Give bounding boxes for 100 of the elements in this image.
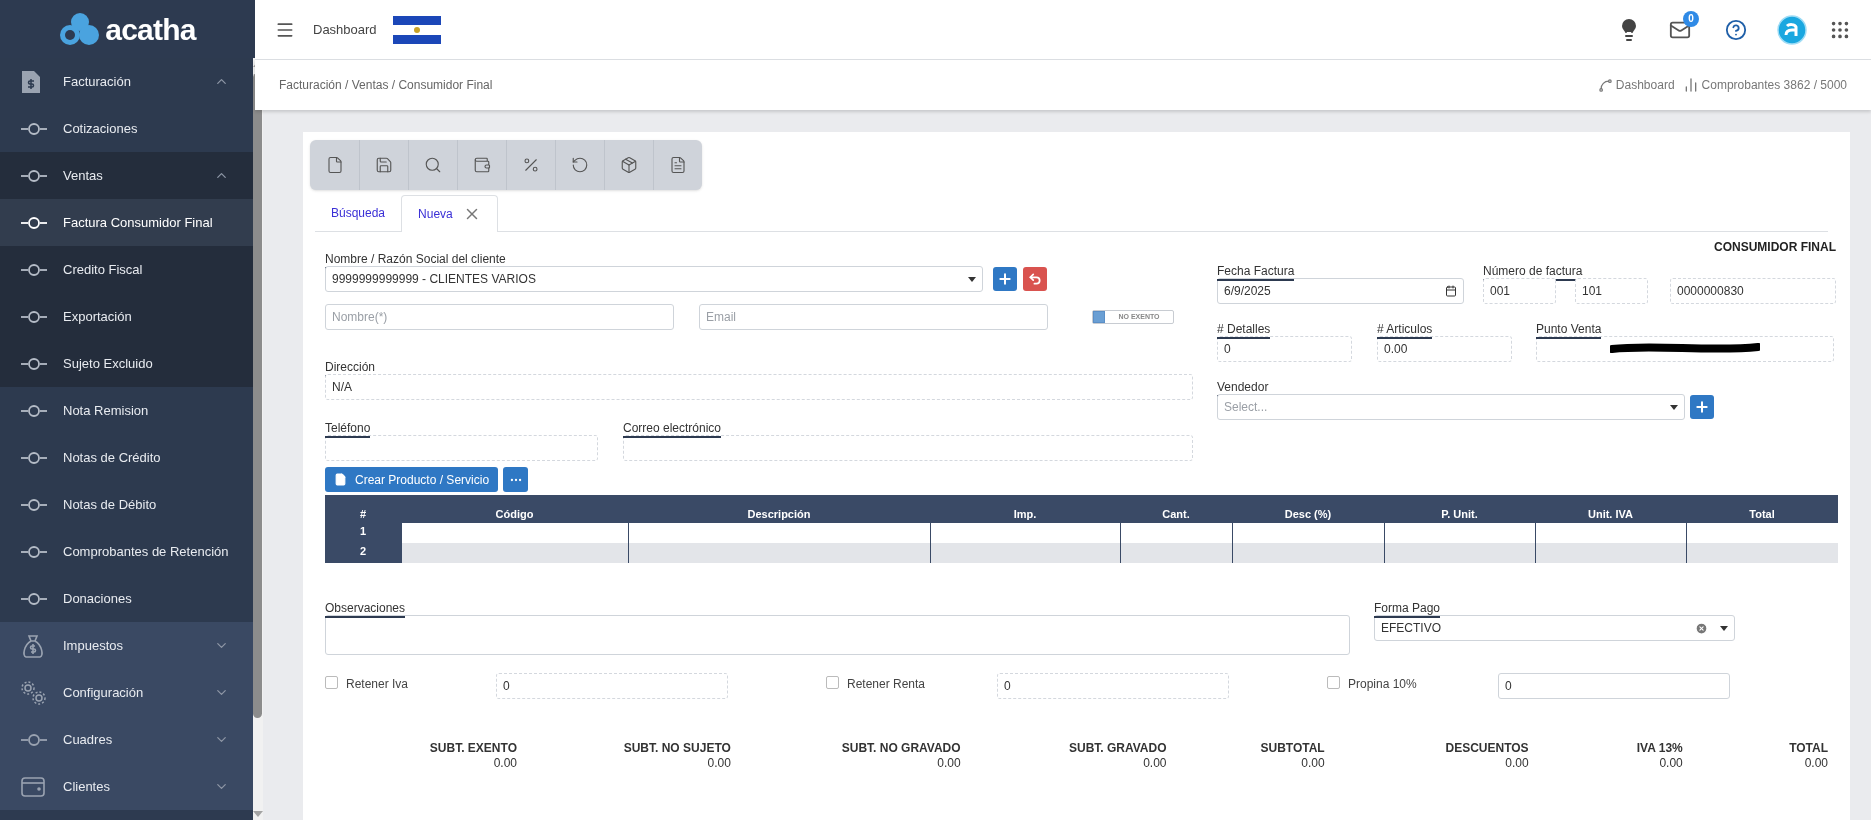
avatar[interactable] [1777, 14, 1807, 45]
column-header: Imp. [1012, 506, 1038, 522]
plus-icon [1694, 399, 1710, 415]
checkbox[interactable] [1327, 676, 1340, 689]
input-field[interactable]: 0 [997, 673, 1229, 699]
total-label: SUBT. NO SUJETO [623, 741, 731, 756]
input-field[interactable]: 101 [1575, 278, 1648, 304]
column-header: P. Unit. [1440, 506, 1479, 522]
undo-icon [571, 156, 589, 174]
table-cell[interactable] [401, 543, 628, 563]
clear-icon[interactable] [1695, 621, 1708, 635]
client-select[interactable]: 9999999999999 - CLIENTES VARIOS [325, 266, 983, 292]
notification-badge: 0 [1683, 10, 1699, 27]
input-field[interactable]: 001 [1483, 278, 1556, 304]
checkbox[interactable] [826, 676, 839, 689]
more-button[interactable] [503, 467, 529, 492]
circle-line-icon [20, 122, 48, 135]
column-header: Total [1748, 506, 1776, 522]
circle-line-icon [20, 404, 48, 417]
circle-line-icon [20, 733, 48, 746]
table-cell[interactable] [1232, 543, 1384, 563]
input-field[interactable]: 0 [1498, 673, 1730, 699]
circle-line-icon [20, 498, 48, 511]
caret-icon [1670, 404, 1678, 410]
column-header: Desc (%) [1283, 506, 1333, 522]
reset-button[interactable] [1023, 267, 1047, 291]
tab[interactable]: Búsqueda [315, 195, 402, 231]
payment-select[interactable]: EFECTIVO [1374, 615, 1735, 641]
input-field[interactable]: 0 [496, 673, 728, 699]
file-icon [325, 156, 344, 174]
row-number: 2 [325, 543, 401, 563]
column-header: Unit. IVA [1587, 506, 1634, 522]
circle-line-icon [20, 545, 48, 558]
table-cell[interactable] [628, 543, 930, 563]
input-field[interactable]: 0000000830 [1670, 278, 1836, 304]
tab[interactable]: Nueva [401, 195, 498, 232]
field-label: Observaciones [325, 601, 406, 618]
row-number: 1 [325, 523, 401, 543]
sidebar-item[interactable]: Sujeto Excluido [0, 340, 253, 387]
date-field[interactable]: 6/9/2025 [1217, 278, 1464, 304]
create-product-button[interactable]: Crear Producto / Servicio [325, 467, 499, 492]
wallet-icon [473, 156, 491, 174]
sidebar-item[interactable]: Clientes [0, 763, 253, 810]
sidebar-item[interactable]: Impuestos [0, 622, 253, 669]
undo-icon [1028, 272, 1042, 286]
circle-line-icon [20, 357, 48, 370]
total-label: SUBTOTAL [1260, 741, 1325, 756]
save-icon [375, 156, 393, 174]
plus-icon [997, 271, 1013, 287]
table-cell[interactable] [1120, 543, 1232, 563]
circle-line-icon [20, 263, 48, 276]
quota-text: Comprobantes 3862 / 5000 [1682, 76, 1847, 94]
sidebar-item[interactable]: Credito Fiscal [0, 246, 253, 293]
money-bag-icon [20, 632, 46, 659]
checkbox-label: Retener Iva [346, 676, 410, 693]
breadcrumb: Facturación / Ventas / Consumidor Final [279, 77, 493, 94]
total-value: 0.00 [1301, 756, 1325, 771]
total-value: 0.00 [707, 756, 731, 771]
input-field[interactable] [325, 435, 598, 461]
input-field[interactable]: 0.00 [1377, 336, 1512, 362]
calendar-icon[interactable] [1445, 285, 1457, 297]
total-value: 0.00 [937, 756, 961, 771]
sidebar-item[interactable]: Exportación [0, 293, 253, 340]
input-field[interactable]: 0 [1217, 336, 1352, 362]
sidebar-item[interactable]: Factura Consumidor Final [0, 199, 253, 246]
table-cell[interactable] [1384, 543, 1535, 563]
logo-icon [59, 12, 102, 46]
total-value: 0.00 [1505, 756, 1529, 771]
input-field[interactable]: N/A [325, 374, 1193, 400]
line-chart-icon [1597, 77, 1613, 93]
circle-line-icon [20, 592, 48, 605]
input-field[interactable] [623, 435, 1193, 461]
percent-icon [522, 156, 540, 174]
circle-line-icon [20, 451, 48, 464]
table-cell[interactable] [1535, 543, 1686, 563]
circle-line-icon [20, 169, 48, 182]
add-button[interactable] [993, 267, 1017, 291]
sidebar-item[interactable]: Ventas [0, 152, 253, 199]
total-label: IVA 13% [1636, 741, 1683, 756]
dashboard-link[interactable]: Dashboard [1597, 76, 1675, 94]
sidebar-item[interactable]: Configuración [0, 669, 253, 716]
search-icon [424, 156, 442, 174]
column-header: Cant. [1161, 506, 1191, 522]
help-icon[interactable] [1725, 18, 1747, 41]
total-value: 0.00 [1659, 756, 1683, 771]
checkbox-label: Retener Renta [847, 676, 927, 693]
observations-textarea[interactable] [325, 615, 1350, 655]
scrollbar[interactable] [252, 58, 263, 820]
header-title: Dashboard [313, 20, 377, 39]
total-label: SUBT. GRAVADO [1068, 741, 1167, 756]
document-type-title: CONSUMIDOR FINAL [1714, 239, 1836, 253]
input-field[interactable] [1536, 336, 1834, 362]
gears-icon [20, 679, 48, 706]
column-header: # [358, 506, 368, 522]
total-label: SUBT. NO GRAVADO [841, 741, 961, 756]
checkbox[interactable] [325, 676, 338, 689]
sidebar-item[interactable]: Cuadres [0, 716, 253, 763]
add-button[interactable] [1690, 395, 1714, 419]
table-cell[interactable] [930, 543, 1120, 563]
table-cell[interactable] [1686, 543, 1838, 563]
